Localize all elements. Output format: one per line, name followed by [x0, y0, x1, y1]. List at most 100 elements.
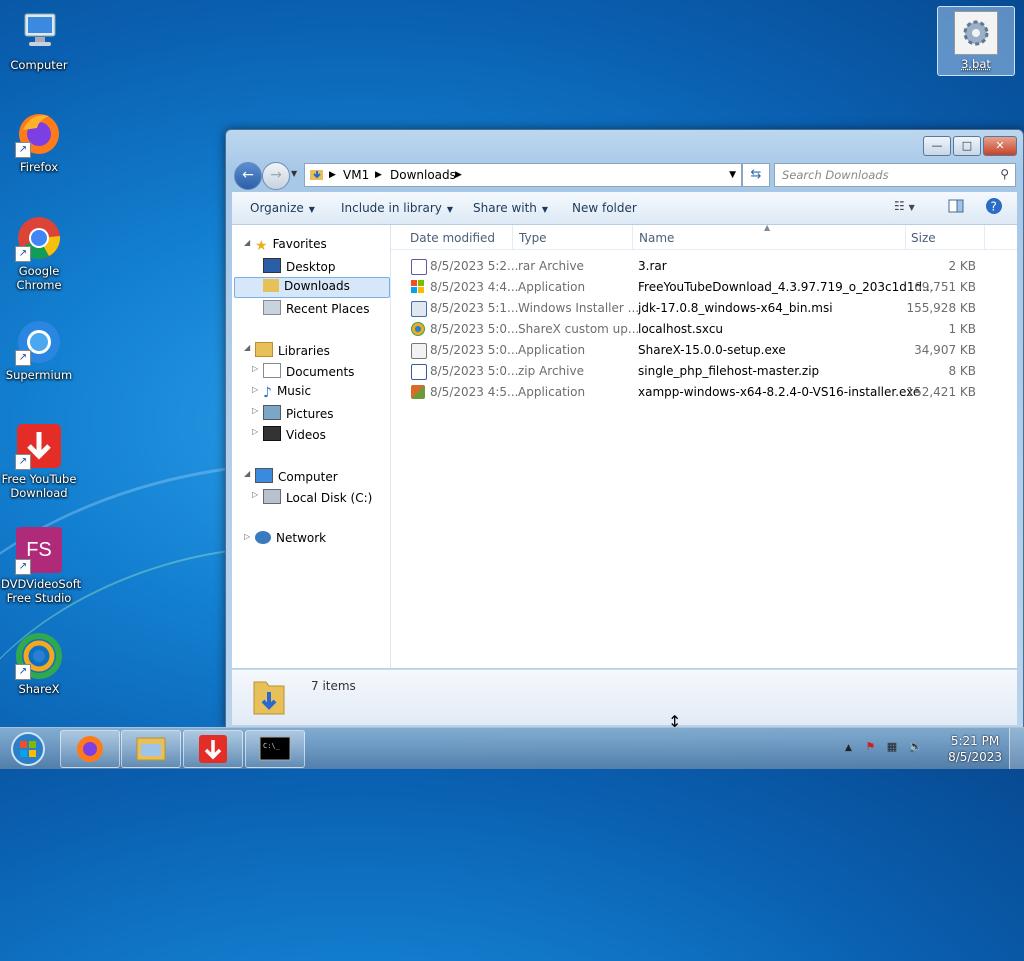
file-size: 2 KB	[948, 259, 976, 273]
breadcrumb-chevron-icon[interactable]: ▶	[375, 170, 382, 180]
nav-desktop[interactable]: Desktop	[263, 258, 336, 274]
show-desktop-button[interactable]	[1009, 728, 1024, 769]
taskbar-explorer[interactable]	[121, 730, 181, 768]
address-bar[interactable]: ▶ VM1 ▶ Downloads ▶ ▼	[304, 163, 742, 187]
column-divider[interactable]	[984, 225, 985, 249]
videos-icon	[263, 426, 281, 441]
desktop-icon-firefox[interactable]: ↗ Firefox	[1, 110, 77, 174]
forward-button[interactable]: →	[262, 162, 290, 190]
star-icon: ★	[255, 238, 268, 254]
include-in-library-button[interactable]: Include in library ▼	[341, 201, 453, 215]
expand-icon[interactable]: ▷	[252, 427, 258, 436]
column-divider[interactable]	[632, 225, 633, 249]
desktop-icon-dvdvideosoft[interactable]: FS ↗ DVDVideoSoft Free Studio	[1, 527, 81, 605]
expand-icon[interactable]: ▷	[252, 385, 258, 394]
column-divider[interactable]	[512, 225, 513, 249]
search-icon[interactable]: ⚲	[1000, 167, 1009, 181]
nav-documents[interactable]: ▷ Documents	[252, 363, 354, 379]
taskbar-firefox[interactable]	[60, 730, 120, 768]
collapse-icon[interactable]: ◢	[244, 469, 250, 478]
new-folder-button[interactable]: New folder	[572, 201, 637, 215]
expand-icon[interactable]: ▷	[252, 490, 258, 499]
start-button[interactable]	[4, 730, 52, 768]
organize-button[interactable]: Organize ▼	[250, 201, 315, 215]
shortcut-arrow-icon: ↗	[15, 559, 31, 575]
volume-muted-icon[interactable]: 🔈	[909, 740, 923, 753]
file-name: ShareX-15.0.0-setup.exe	[638, 343, 786, 357]
file-row[interactable]: 8/5/2023 4:5... Application xampp-window…	[391, 382, 1017, 403]
desktop-icon-3-bat[interactable]: 3.bat	[937, 6, 1015, 76]
xampp-icon	[411, 385, 425, 399]
file-type: Application	[518, 385, 586, 399]
gear-icon	[954, 11, 998, 55]
refresh-button[interactable]: ⇆	[742, 163, 770, 187]
expand-icon[interactable]: ▷	[244, 532, 250, 541]
nav-computer[interactable]: ◢ Computer	[244, 468, 338, 484]
taskbar-command-prompt[interactable]: C:\_	[245, 730, 305, 768]
expand-icon[interactable]: ▷	[252, 406, 258, 415]
column-type[interactable]: Type	[519, 231, 547, 245]
breadcrumb-downloads[interactable]: Downloads	[390, 168, 456, 182]
caption-buttons: — □ ✕	[921, 136, 1017, 156]
desktop-icon-chrome[interactable]: ↗ Google Chrome	[1, 214, 77, 292]
desktop-icon	[263, 258, 281, 273]
back-button[interactable]: ←	[234, 162, 262, 190]
view-options-icon[interactable]: ☷ ▼	[894, 199, 915, 213]
desktop-icon-free-youtube-download[interactable]: ↗ Free YouTube Download	[1, 422, 77, 500]
downloads-folder-icon	[252, 676, 286, 716]
desktop-icon-supermium[interactable]: ↗ Supermium	[1, 318, 77, 382]
preview-pane-icon[interactable]	[948, 198, 964, 217]
desktop-icon-sharex[interactable]: ↗ ShareX	[1, 632, 77, 696]
network-status-icon[interactable]: ▦	[887, 740, 897, 753]
nav-libraries[interactable]: ◢ Libraries	[244, 342, 330, 358]
column-date-modified[interactable]: Date modified	[410, 231, 495, 245]
collapse-icon[interactable]: ◢	[244, 343, 250, 352]
expand-icon[interactable]: ▷	[252, 364, 258, 373]
folder-icon	[136, 737, 166, 761]
system-tray: ▲ ⚑ ▦ 🔈	[845, 740, 922, 753]
share-with-button[interactable]: Share with ▼	[473, 201, 548, 215]
nav-music[interactable]: ▷ ♪ Music	[252, 384, 311, 401]
sharex-icon	[411, 322, 425, 336]
firefox-icon	[77, 736, 103, 762]
desktop-icon-computer[interactable]: Computer	[1, 8, 77, 72]
search-input[interactable]: Search Downloads ⚲	[774, 163, 1016, 187]
help-icon[interactable]: ?	[985, 197, 1003, 218]
file-row[interactable]: 8/5/2023 5:0... Application ShareX-15.0.…	[391, 340, 1017, 361]
breadcrumb-chevron-icon[interactable]: ▶	[455, 170, 462, 180]
nav-favorites[interactable]: ◢ ★ Favorites	[244, 237, 327, 254]
column-size[interactable]: Size	[911, 231, 936, 245]
file-row[interactable]: 8/5/2023 5:0... zip Archive single_php_f…	[391, 361, 1017, 382]
shortcut-arrow-icon: ↗	[15, 246, 31, 262]
taskbar-free-youtube-download[interactable]	[183, 730, 243, 768]
nav-videos[interactable]: ▷ Videos	[252, 426, 326, 442]
file-row[interactable]: 8/5/2023 5:1... Windows Installer ... jd…	[391, 298, 1017, 319]
file-row[interactable]: 8/5/2023 5:0... ShareX custom up... loca…	[391, 319, 1017, 340]
show-hidden-icons-icon[interactable]: ▲	[845, 743, 852, 753]
maximize-button[interactable]: □	[953, 136, 981, 156]
file-row[interactable]: 8/5/2023 5:2... rar Archive 3.rar 2 KB	[391, 256, 1017, 277]
close-button[interactable]: ✕	[983, 136, 1017, 156]
nav-network[interactable]: ▷ Network	[244, 531, 326, 545]
nav-downloads[interactable]: Downloads	[263, 279, 350, 293]
minimize-button[interactable]: —	[923, 136, 951, 156]
nav-recent-places[interactable]: Recent Places	[263, 300, 369, 316]
navigation-pane: ◢ ★ Favorites Desktop Downloads Recent Pl…	[232, 225, 391, 668]
firefox-icon: ↗	[15, 110, 63, 158]
nav-local-disk[interactable]: ▷ Local Disk (C:)	[252, 489, 372, 505]
desktop-icon-label: DVDVideoSoft Free Studio	[1, 577, 82, 605]
recent-pages-dropdown-icon[interactable]: ▼	[291, 169, 297, 178]
breadcrumb-vm1[interactable]: VM1	[343, 168, 369, 182]
nav-pictures[interactable]: ▷ Pictures	[252, 405, 334, 421]
nav-label: Favorites	[272, 237, 327, 251]
shortcut-arrow-icon: ↗	[15, 454, 31, 470]
file-row[interactable]: 8/5/2023 4:4... Application FreeYouTubeD…	[391, 277, 1017, 298]
action-center-icon[interactable]: ⚑	[865, 740, 875, 753]
file-type: Windows Installer ...	[518, 301, 640, 315]
collapse-icon[interactable]: ◢	[244, 238, 250, 247]
clock[interactable]: 5:21 PM 8/5/2023	[948, 733, 1002, 765]
column-name[interactable]: Name	[639, 231, 674, 245]
column-divider[interactable]	[905, 225, 906, 249]
address-dropdown-icon[interactable]: ▼	[729, 170, 736, 180]
breadcrumb-chevron-icon[interactable]: ▶	[329, 170, 336, 180]
